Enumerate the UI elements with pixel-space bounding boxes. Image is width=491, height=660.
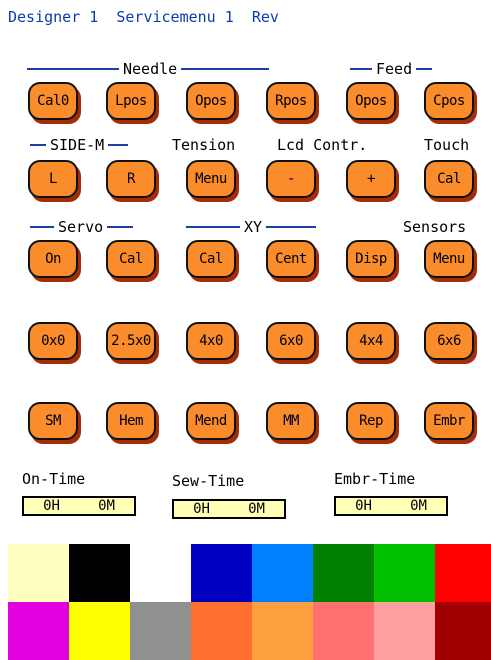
section-side-m-label: SIDE-M xyxy=(50,136,105,154)
color-swatch[interactable] xyxy=(8,602,69,660)
section-feed-label: Feed xyxy=(376,60,413,78)
stitch-6x6-button[interactable]: 6x6 xyxy=(424,322,474,360)
color-swatch[interactable] xyxy=(69,602,130,660)
section-servo: Servo xyxy=(30,218,134,236)
mode-hem-button[interactable]: Hem xyxy=(106,402,156,440)
section-needle-label: Needle xyxy=(123,60,178,78)
sew-time-hours: 0H xyxy=(193,501,210,517)
xy-cal-button[interactable]: Cal xyxy=(186,240,236,278)
stitch-4x0-button[interactable]: 4x0 xyxy=(186,322,236,360)
on-time-display: 0H 0M xyxy=(22,496,136,516)
section-xy-label: XY xyxy=(244,218,263,236)
sew-time-display: 0H 0M xyxy=(172,499,286,519)
mode-rep-button[interactable]: Rep xyxy=(346,402,396,440)
sensors-menu-button[interactable]: Menu xyxy=(424,240,474,278)
section-sensors-label: Sensors xyxy=(403,218,467,236)
on-time-hours: 0H xyxy=(43,498,60,514)
section-feed: Feed xyxy=(350,60,433,78)
color-swatch[interactable] xyxy=(435,602,491,660)
color-swatch[interactable] xyxy=(313,602,374,660)
color-swatch[interactable] xyxy=(191,602,252,660)
color-swatch[interactable] xyxy=(130,602,191,660)
divider-line xyxy=(416,68,433,70)
divider-line xyxy=(30,144,46,146)
embr-time-minutes: 0M xyxy=(410,498,427,514)
needle-lpos-button[interactable]: Lpos xyxy=(106,82,156,120)
touch-cal-button[interactable]: Cal xyxy=(424,160,474,198)
color-swatch[interactable] xyxy=(191,544,252,602)
embr-time-hours: 0H xyxy=(355,498,372,514)
divider-line xyxy=(30,226,54,228)
section-touch-label: Touch xyxy=(424,136,470,154)
mode-sm-button[interactable]: SM xyxy=(28,402,78,440)
feed-opos-button[interactable]: Opos xyxy=(346,82,396,120)
sew-time-label: Sew-Time xyxy=(172,472,245,490)
color-swatch[interactable] xyxy=(313,544,374,602)
color-swatch[interactable] xyxy=(252,544,313,602)
sew-time-minutes: 0M xyxy=(248,501,265,517)
divider-line xyxy=(108,144,129,146)
divider-line xyxy=(350,68,372,70)
stitch-6x0-button[interactable]: 6x0 xyxy=(266,322,316,360)
xy-cent-button[interactable]: Cent xyxy=(266,240,316,278)
needle-cal0-button[interactable]: Cal0 xyxy=(28,82,78,120)
color-swatch[interactable] xyxy=(8,544,69,602)
section-xy: XY xyxy=(186,218,317,236)
divider-line xyxy=(186,226,240,228)
mode-embr-button[interactable]: Embr xyxy=(424,402,474,440)
section-servo-label: Servo xyxy=(58,218,104,236)
stitch-0x0-button[interactable]: 0x0 xyxy=(28,322,78,360)
window-title: Designer 1 Servicemenu 1 Rev xyxy=(8,8,279,26)
needle-opos-button[interactable]: Opos xyxy=(186,82,236,120)
section-tension-label: Tension xyxy=(172,136,236,154)
servo-cal-button[interactable]: Cal xyxy=(106,240,156,278)
color-swatch[interactable] xyxy=(69,544,130,602)
section-side-m: SIDE-M xyxy=(30,136,129,154)
divider-line xyxy=(266,226,317,228)
lcd-contrast-decrease-button[interactable]: - xyxy=(266,160,316,198)
stitch-4x4-button[interactable]: 4x4 xyxy=(346,322,396,360)
divider-line xyxy=(107,226,134,228)
mode-mm-button[interactable]: MM xyxy=(266,402,316,440)
section-lcd-contr-label: Lcd Contr. xyxy=(277,136,368,154)
embr-time-display: 0H 0M xyxy=(334,496,448,516)
color-swatch[interactable] xyxy=(252,602,313,660)
tension-menu-button[interactable]: Menu xyxy=(186,160,236,198)
divider-line xyxy=(181,68,270,70)
color-swatch[interactable] xyxy=(374,544,435,602)
servo-on-button[interactable]: On xyxy=(28,240,78,278)
feed-cpos-button[interactable]: Cpos xyxy=(424,82,474,120)
side-m-left-button[interactable]: L xyxy=(28,160,78,198)
mode-mend-button[interactable]: Mend xyxy=(186,402,236,440)
on-time-minutes: 0M xyxy=(98,498,115,514)
needle-rpos-button[interactable]: Rpos xyxy=(266,82,316,120)
on-time-label: On-Time xyxy=(22,470,86,488)
embr-time-label: Embr-Time xyxy=(334,470,416,488)
color-swatch[interactable] xyxy=(435,544,491,602)
color-swatch[interactable] xyxy=(130,544,191,602)
lcd-contrast-increase-button[interactable]: + xyxy=(346,160,396,198)
section-needle: Needle xyxy=(27,60,270,78)
sensors-disp-button[interactable]: Disp xyxy=(346,240,396,278)
color-swatch[interactable] xyxy=(374,602,435,660)
divider-line xyxy=(27,68,119,70)
stitch-2-5x0-button[interactable]: 2.5x0 xyxy=(106,322,156,360)
side-m-right-button[interactable]: R xyxy=(106,160,156,198)
